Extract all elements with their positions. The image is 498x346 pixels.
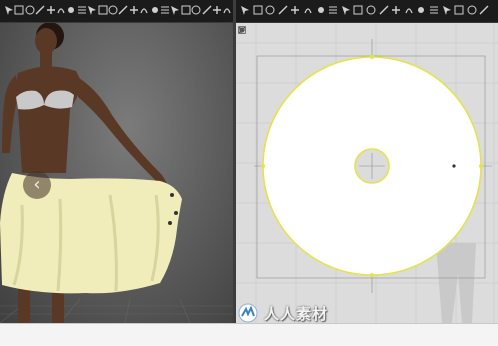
elastic-icon[interactable] [390,4,402,16]
symmetry-icon[interactable] [415,4,427,16]
add-point-icon[interactable] [277,4,289,16]
free-sew-icon[interactable] [378,4,390,16]
toolbar-3d [0,0,233,23]
paint-icon[interactable] [466,4,478,16]
pattern-canvas[interactable] [236,23,498,323]
tag-icon[interactable] [238,26,248,77]
circle-icon[interactable] [315,4,327,16]
edit-point-icon[interactable] [252,4,264,16]
viewport-2d[interactable] [236,23,498,323]
notch-icon[interactable] [352,4,364,16]
segment-sew-icon[interactable] [365,4,377,16]
dart-icon[interactable] [327,4,339,16]
pattern-select-icon[interactable] [239,4,251,16]
internal-line-icon[interactable] [340,4,352,16]
watermark-logo-icon [238,303,258,323]
layer-icon[interactable] [441,4,453,16]
pin-icon[interactable] [238,26,248,49]
trace-icon[interactable] [403,4,415,16]
floor-grid [0,298,233,323]
edit-curve-icon[interactable] [264,4,276,16]
refresh-icon[interactable] [221,4,233,16]
polygon-icon[interactable] [302,4,314,16]
toolbar-2d [236,0,498,23]
flatten-icon[interactable] [453,4,465,16]
rectangle-icon[interactable] [289,4,301,16]
brush-icon[interactable] [238,27,248,63]
viewport-3d[interactable]: ‹ [0,23,233,323]
watermark-text: 人人素材 [264,304,329,323]
zoom-icon[interactable] [478,4,490,16]
nav-prev-button[interactable]: ‹ [23,171,51,199]
fold-arrange-icon[interactable] [428,4,440,16]
side-toolbar [237,25,249,81]
status-bar [0,323,498,346]
